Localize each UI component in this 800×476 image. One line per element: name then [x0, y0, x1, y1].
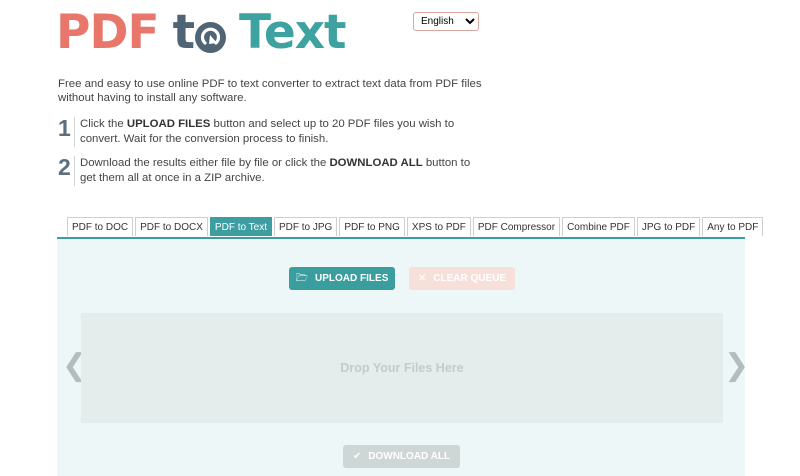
tab-pdf-to-jpg[interactable]: PDF to JPG — [273, 217, 338, 236]
step-bold-text: UPLOAD FILES — [126, 118, 211, 130]
converter-tabs: PDF to DOC PDF to DOCX PDF to Text PDF t… — [67, 217, 765, 237]
site-logo[interactable]: PDF t Text — [56, 5, 347, 60]
logo-pdf-text: PDF — [56, 5, 160, 60]
folder-open-icon: 🗁 — [295, 273, 309, 284]
step-1: 1 Click the UPLOAD FILES button and sele… — [58, 117, 475, 147]
upload-panel: 🗁 UPLOAD FILES ✕ CLEAR QUEUE ❮ Drop Your F… — [57, 239, 749, 476]
step-number: 2 — [58, 154, 71, 180]
tab-pdf-to-doc[interactable]: PDF to DOC — [67, 217, 134, 236]
tab-pdf-to-png[interactable]: PDF to PNG — [339, 217, 405, 236]
tab-jpg-to-pdf[interactable]: JPG to PDF — [636, 217, 701, 236]
download-all-label: DOWNLOAD ALL — [368, 451, 451, 462]
tab-pdf-compressor[interactable]: PDF Compressor — [472, 217, 561, 236]
step-number: 1 — [58, 115, 71, 141]
clear-queue-button[interactable]: ✕ CLEAR QUEUE — [409, 267, 515, 290]
upload-files-button[interactable]: 🗁 UPLOAD FILES — [289, 267, 395, 290]
step-text: Click the — [80, 118, 127, 130]
chevron-right-icon[interactable]: ❯ — [724, 351, 749, 381]
download-all-button[interactable]: ✔ DOWNLOAD ALL — [343, 445, 460, 468]
step-text: Download the results either file by file… — [80, 157, 330, 169]
step-description: Click the UPLOAD FILES button and select… — [74, 117, 475, 147]
intro-text: Free and easy to use online PDF to text … — [58, 78, 482, 104]
step-bold-text: DOWNLOAD ALL — [329, 157, 423, 169]
drop-zone-label: Drop Your Files Here — [340, 361, 464, 375]
tab-any-to-pdf[interactable]: Any to PDF — [702, 217, 764, 236]
tab-xps-to-pdf[interactable]: XPS to PDF — [406, 217, 471, 236]
tab-combine-pdf[interactable]: Combine PDF — [562, 217, 635, 236]
logo-text-word: Text — [239, 5, 346, 60]
step-2: 2 Download the results either file by fi… — [58, 156, 475, 186]
clear-queue-label: CLEAR QUEUE — [433, 273, 507, 284]
tab-pdf-to-docx[interactable]: PDF to DOCX — [135, 217, 208, 236]
logo-to-text: t — [172, 5, 195, 60]
check-icon: ✔ — [352, 451, 362, 462]
language-select[interactable]: English — [413, 12, 479, 31]
upload-files-label: UPLOAD FILES — [315, 273, 389, 284]
file-drop-zone[interactable]: Drop Your Files Here — [81, 313, 723, 423]
close-icon: ✕ — [417, 273, 427, 284]
tab-pdf-to-text[interactable]: PDF to Text — [209, 217, 272, 236]
step-description: Download the results either file by file… — [74, 156, 475, 186]
logo-convert-icon — [195, 21, 227, 53]
